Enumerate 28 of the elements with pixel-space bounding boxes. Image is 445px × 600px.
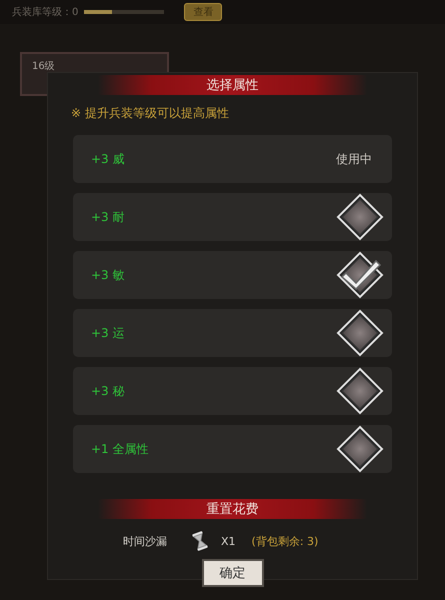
- diamond-icon[interactable]: [336, 425, 384, 473]
- cost-title: 重置花费: [98, 499, 367, 519]
- attribute-label: +3 秘: [91, 382, 125, 400]
- attribute-label: +3 运: [91, 324, 125, 342]
- diamond-icon[interactable]: [336, 193, 384, 241]
- level-tag: 16级: [32, 61, 55, 73]
- attribute-label: +3 耐: [91, 208, 125, 226]
- remaining-count: (背包剩余: 3): [252, 534, 318, 548]
- item-quantity: X1: [221, 534, 236, 548]
- armory-level-label: 兵装库等级：0: [12, 6, 78, 19]
- checked-diamond-icon[interactable]: [336, 251, 384, 299]
- hourglass-icon: [190, 529, 210, 553]
- attribute-option[interactable]: +3 威 使用中: [73, 135, 392, 183]
- dialog-title: 选择属性: [98, 75, 367, 95]
- attribute-label: +3 威: [91, 150, 125, 168]
- attribute-option[interactable]: +3 敏: [73, 251, 392, 299]
- diamond-icon[interactable]: [336, 309, 384, 357]
- attribute-option[interactable]: +1 全属性: [73, 425, 392, 473]
- attribute-option[interactable]: +3 耐: [73, 193, 392, 241]
- hint-text: ※ 提升兵装等级可以提高属性: [70, 105, 230, 122]
- attribute-option[interactable]: +3 运: [73, 309, 392, 357]
- attribute-label: +3 敏: [91, 266, 125, 284]
- attribute-option[interactable]: +3 秘: [73, 367, 392, 415]
- item-name: 时间沙漏: [123, 534, 167, 548]
- diamond-icon[interactable]: [336, 367, 384, 415]
- attribute-label: +1 全属性: [91, 440, 149, 458]
- in-use-label: 使用中: [336, 150, 372, 168]
- confirm-button[interactable]: 确定: [202, 559, 264, 587]
